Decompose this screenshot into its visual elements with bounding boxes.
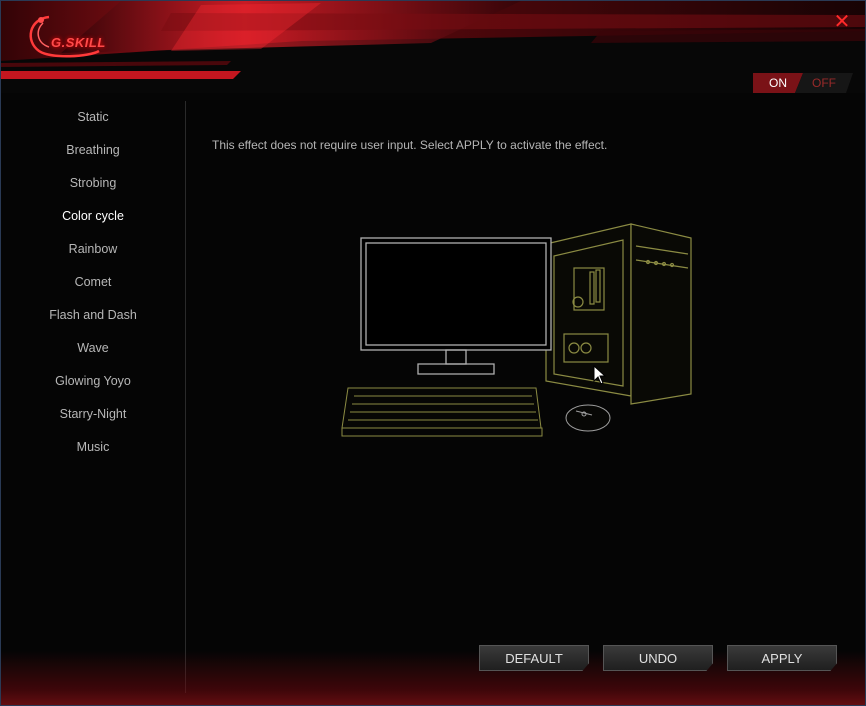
sidebar-item-label: Breathing [66,143,120,157]
sidebar-item-label: Strobing [69,176,117,190]
pc-setup-illustration [341,223,692,437]
sidebar-item-wave[interactable]: Wave [1,332,185,365]
header-banner [1,1,865,93]
sidebar-item-color-cycle[interactable]: Color cycle [1,200,185,233]
undo-button[interactable]: UNDO [603,645,713,671]
sidebar-item-label: Wave [77,341,109,355]
sidebar-item-breathing[interactable]: Breathing [1,134,185,167]
apply-button[interactable]: APPLY [727,645,837,671]
sidebar-item-flash-and-dash[interactable]: Flash and Dash [1,299,185,332]
sidebar-item-comet[interactable]: Comet [1,266,185,299]
sidebar-item-glowing-yoyo[interactable]: Glowing Yoyo [1,365,185,398]
effect-sidebar: Static Breathing Strobing Color cycle Ra… [1,101,185,701]
app-window: G.SKILL ✕ ON OFF Static Breathing Strobi… [0,0,866,706]
effect-description: This effect does not require user input.… [212,138,608,152]
sidebar-item-label: Starry-Night [59,407,127,421]
sidebar-item-label: Color cycle [62,209,124,223]
sidebar-item-label: Glowing Yoyo [55,374,131,388]
toggle-on-option[interactable]: ON [753,73,803,93]
close-icon[interactable]: ✕ [831,11,853,33]
header-decoration [1,1,865,93]
sidebar-item-starry-night[interactable]: Starry-Night [1,398,185,431]
sidebar-item-static[interactable]: Static [1,101,185,134]
sidebar-item-label: Static [77,110,109,124]
gskill-logo: G.SKILL [19,11,129,61]
sidebar-item-label: Music [76,440,110,454]
sidebar-item-music[interactable]: Music [1,431,185,464]
sidebar-item-strobing[interactable]: Strobing [1,167,185,200]
sidebar-divider [185,101,186,693]
sidebar-item-label: Flash and Dash [49,308,137,322]
default-button[interactable]: DEFAULT [479,645,589,671]
toggle-off-option[interactable]: OFF [795,73,853,93]
logo-text: G.SKILL [51,35,106,50]
sidebar-item-rainbow[interactable]: Rainbow [1,233,185,266]
sidebar-item-label: Comet [74,275,112,289]
mouse-cursor-icon [593,365,607,385]
power-toggle[interactable]: ON OFF [753,73,853,93]
sidebar-item-label: Rainbow [68,242,118,256]
